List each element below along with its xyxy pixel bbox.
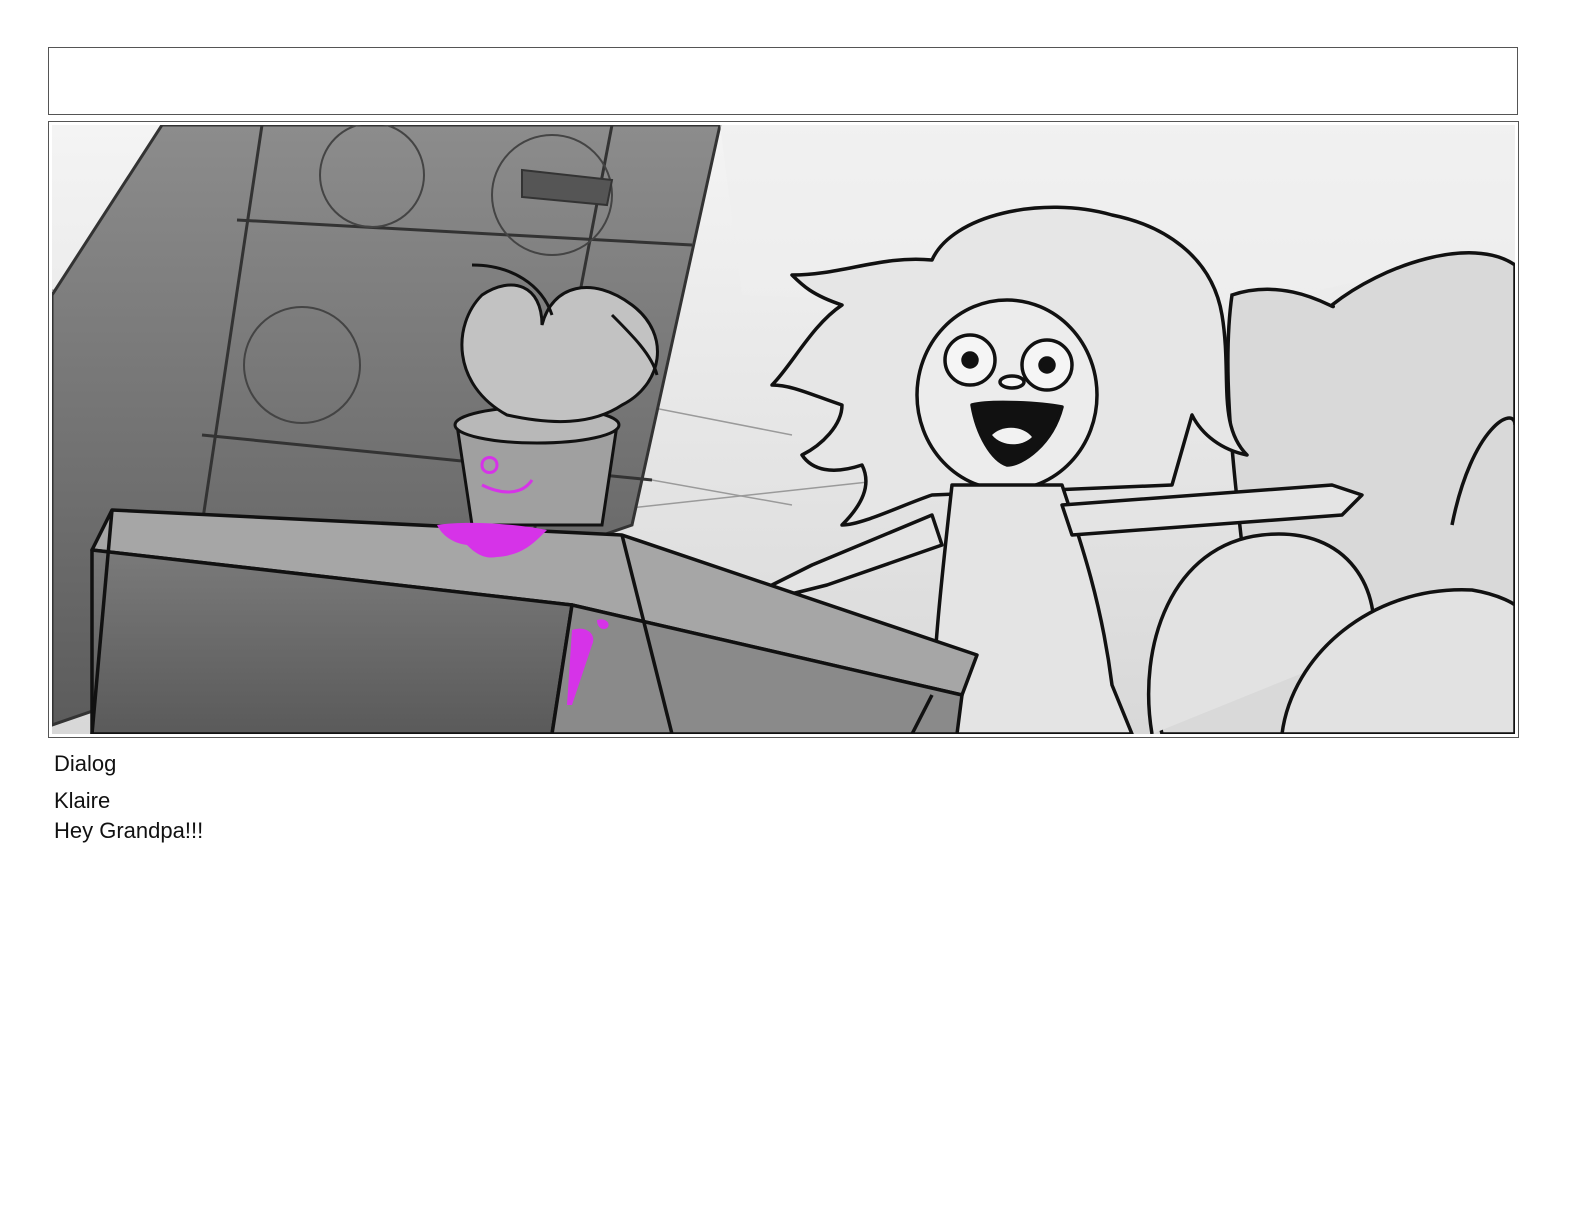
panel-notes: Dialog Klaire Hey Grandpa!!!: [54, 750, 854, 846]
dialog-label: Dialog: [54, 751, 117, 776]
panel-header-box: [48, 47, 1518, 115]
speaker-name: Klaire: [54, 788, 111, 813]
storyboard-sketch: [52, 125, 1515, 734]
dialog-line: Hey Grandpa!!!: [54, 818, 204, 843]
storyboard-panel: [48, 121, 1519, 738]
